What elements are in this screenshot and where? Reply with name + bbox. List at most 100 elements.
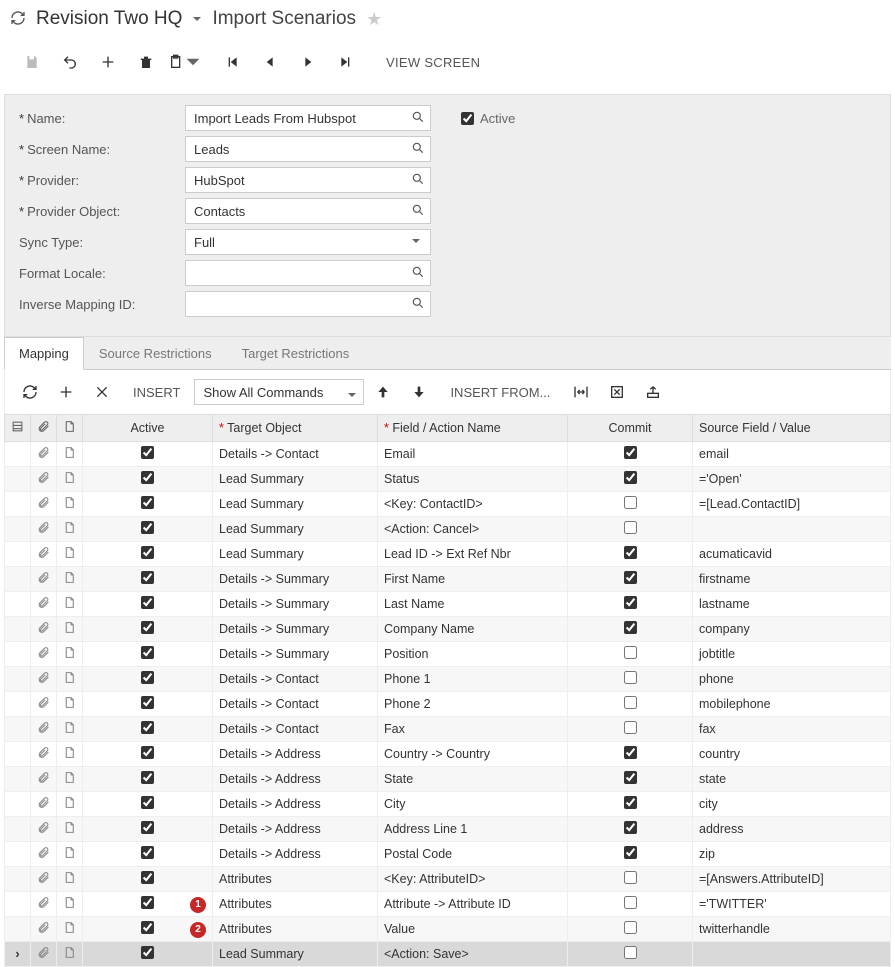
- field-cell[interactable]: <Key: ContactID>: [378, 492, 568, 517]
- grid-add-button[interactable]: [49, 378, 83, 406]
- commit-cell[interactable]: [568, 567, 693, 592]
- target-header[interactable]: Target Object: [213, 415, 378, 442]
- grid-filter-select[interactable]: Show All Commands: [194, 379, 364, 405]
- tab-source-restrictions[interactable]: Source Restrictions: [84, 337, 227, 370]
- source-cell[interactable]: fax: [693, 717, 891, 742]
- commit-cell[interactable]: [568, 592, 693, 617]
- notes-cell[interactable]: [57, 742, 83, 767]
- prev-record-button[interactable]: [252, 48, 288, 76]
- attach-cell[interactable]: [31, 717, 57, 742]
- active-checkbox[interactable]: [141, 496, 154, 509]
- active-cell[interactable]: [83, 517, 213, 542]
- notes-cell[interactable]: [57, 592, 83, 617]
- active-checkbox[interactable]: [141, 946, 154, 959]
- table-row[interactable]: 2AttributesValuetwitterhandle: [5, 917, 891, 942]
- active-checkbox[interactable]: [141, 921, 154, 934]
- commit-cell[interactable]: [568, 892, 693, 917]
- attach-cell[interactable]: [31, 892, 57, 917]
- commit-checkbox[interactable]: [624, 546, 637, 559]
- notes-cell[interactable]: [57, 467, 83, 492]
- source-cell[interactable]: email: [693, 442, 891, 467]
- attach-cell[interactable]: [31, 867, 57, 892]
- active-cell[interactable]: [83, 692, 213, 717]
- commit-cell[interactable]: [568, 667, 693, 692]
- target-cell[interactable]: Details -> Summary: [213, 567, 378, 592]
- source-cell[interactable]: zip: [693, 842, 891, 867]
- dropdown-icon[interactable]: [411, 234, 425, 248]
- active-checkbox[interactable]: [141, 471, 154, 484]
- source-cell[interactable]: =[Answers.AttributeID]: [693, 867, 891, 892]
- active-checkbox[interactable]: [461, 112, 474, 125]
- active-checkbox[interactable]: [141, 871, 154, 884]
- commit-cell[interactable]: [568, 792, 693, 817]
- field-cell[interactable]: Phone 1: [378, 667, 568, 692]
- field-cell[interactable]: State: [378, 767, 568, 792]
- commit-cell[interactable]: [568, 542, 693, 567]
- table-row[interactable]: Attributes<Key: AttributeID>=[Answers.At…: [5, 867, 891, 892]
- source-cell[interactable]: ='Open': [693, 467, 891, 492]
- table-row[interactable]: Details -> AddressCitycity: [5, 792, 891, 817]
- source-cell[interactable]: acumaticavid: [693, 542, 891, 567]
- name-input[interactable]: [185, 105, 431, 131]
- source-cell[interactable]: [693, 942, 891, 967]
- active-checkbox[interactable]: [141, 546, 154, 559]
- commit-checkbox[interactable]: [624, 746, 637, 759]
- attach-cell[interactable]: [31, 667, 57, 692]
- target-cell[interactable]: Details -> Summary: [213, 642, 378, 667]
- grid-insert-button[interactable]: INSERT: [121, 381, 192, 404]
- next-record-button[interactable]: [290, 48, 326, 76]
- field-cell[interactable]: <Action: Save>: [378, 942, 568, 967]
- active-cell[interactable]: [83, 642, 213, 667]
- active-checkbox[interactable]: [141, 521, 154, 534]
- field-cell[interactable]: Address Line 1: [378, 817, 568, 842]
- target-cell[interactable]: Lead Summary: [213, 467, 378, 492]
- attach-cell[interactable]: [31, 767, 57, 792]
- notes-cell[interactable]: [57, 492, 83, 517]
- notes-cell[interactable]: [57, 892, 83, 917]
- grid-delete-button[interactable]: [85, 378, 119, 406]
- target-cell[interactable]: Details -> Contact: [213, 667, 378, 692]
- favorite-star-icon[interactable]: ★: [366, 9, 382, 30]
- notes-cell[interactable]: [57, 817, 83, 842]
- field-cell[interactable]: Lead ID -> Ext Ref Nbr: [378, 542, 568, 567]
- view-screen-button[interactable]: VIEW SCREEN: [376, 51, 490, 74]
- attach-header[interactable]: [31, 415, 57, 442]
- source-cell[interactable]: phone: [693, 667, 891, 692]
- attach-cell[interactable]: [31, 917, 57, 942]
- field-header[interactable]: Field / Action Name: [378, 415, 568, 442]
- table-row[interactable]: Details -> SummaryPositionjobtitle: [5, 642, 891, 667]
- notes-cell[interactable]: [57, 542, 83, 567]
- attach-cell[interactable]: [31, 442, 57, 467]
- active-checkbox[interactable]: [141, 821, 154, 834]
- table-row[interactable]: 1AttributesAttribute -> Attribute ID='TW…: [5, 892, 891, 917]
- field-cell[interactable]: <Action: Cancel>: [378, 517, 568, 542]
- table-row[interactable]: Details -> SummaryCompany Namecompany: [5, 617, 891, 642]
- commit-checkbox[interactable]: [624, 721, 637, 734]
- table-row[interactable]: Details -> ContactPhone 2mobilephone: [5, 692, 891, 717]
- attach-cell[interactable]: [31, 742, 57, 767]
- save-button[interactable]: [14, 48, 50, 76]
- field-cell[interactable]: Last Name: [378, 592, 568, 617]
- insert-from-button[interactable]: INSERT FROM...: [438, 381, 562, 404]
- notes-cell[interactable]: [57, 792, 83, 817]
- commit-checkbox[interactable]: [624, 471, 637, 484]
- format-locale-input[interactable]: [185, 260, 431, 286]
- lookup-icon[interactable]: [411, 110, 425, 124]
- tab-mapping[interactable]: Mapping: [4, 337, 84, 370]
- active-cell[interactable]: [83, 467, 213, 492]
- attach-cell[interactable]: [31, 467, 57, 492]
- last-record-button[interactable]: [328, 48, 364, 76]
- add-button[interactable]: [90, 48, 126, 76]
- active-cell[interactable]: [83, 667, 213, 692]
- provider-object-input[interactable]: [185, 198, 431, 224]
- notes-cell[interactable]: [57, 517, 83, 542]
- table-row[interactable]: › Lead Summary<Action: Save>: [5, 942, 891, 967]
- clipboard-button[interactable]: [166, 48, 202, 76]
- attach-cell[interactable]: [31, 567, 57, 592]
- target-cell[interactable]: Lead Summary: [213, 492, 378, 517]
- commit-checkbox[interactable]: [624, 696, 637, 709]
- lookup-icon[interactable]: [411, 296, 425, 310]
- commit-cell[interactable]: [568, 617, 693, 642]
- field-cell[interactable]: First Name: [378, 567, 568, 592]
- screen-name-input[interactable]: [185, 136, 431, 162]
